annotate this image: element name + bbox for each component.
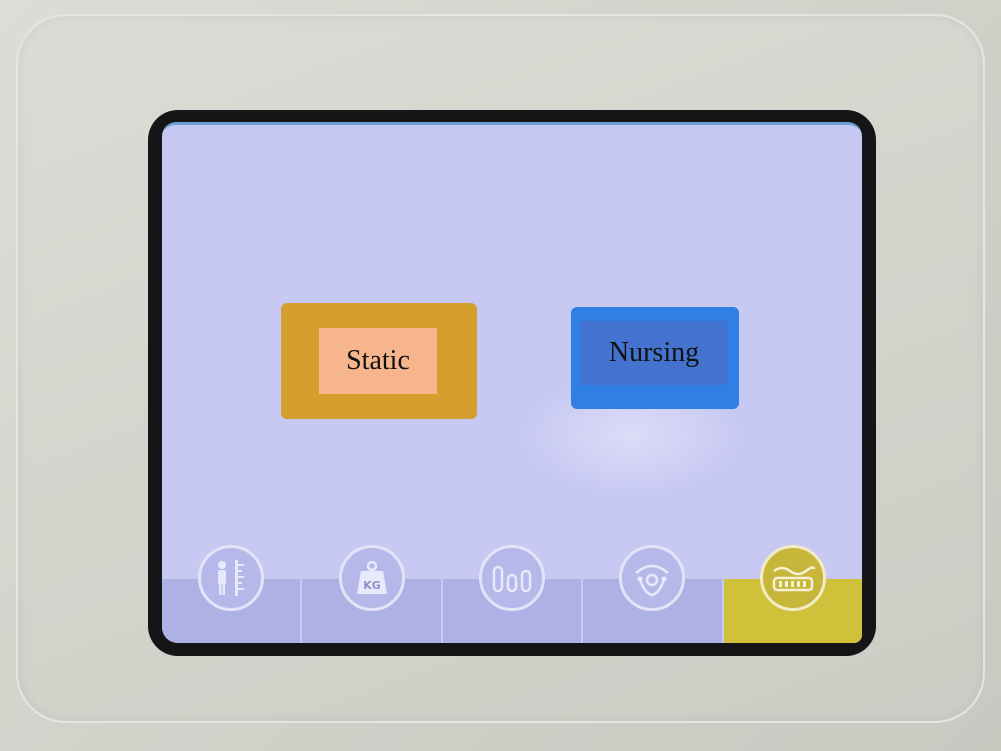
touch-screen: Static Nursing KG xyxy=(162,122,862,643)
mattress-wave-icon xyxy=(759,545,826,611)
weight-kg-icon: KG xyxy=(338,545,405,611)
tab-mattress[interactable] xyxy=(723,545,862,643)
static-mode-label: Static xyxy=(319,328,437,394)
tab-height[interactable] xyxy=(162,545,303,643)
position-icon xyxy=(619,545,686,611)
bottom-tab-bar: KG xyxy=(162,545,862,643)
kg-icon-text: KG xyxy=(363,579,381,592)
static-mode-button[interactable]: Static xyxy=(281,303,477,419)
tab-weight[interactable]: KG xyxy=(302,545,443,643)
nursing-mode-label: Nursing xyxy=(581,321,727,385)
tab-position[interactable] xyxy=(583,545,724,643)
height-measure-icon xyxy=(198,545,265,611)
tab-pressure-bars[interactable] xyxy=(442,545,584,643)
bars-chart-icon xyxy=(479,545,546,611)
nursing-mode-button[interactable]: Nursing xyxy=(571,307,739,409)
device-housing: Static Nursing KG xyxy=(0,0,1001,751)
